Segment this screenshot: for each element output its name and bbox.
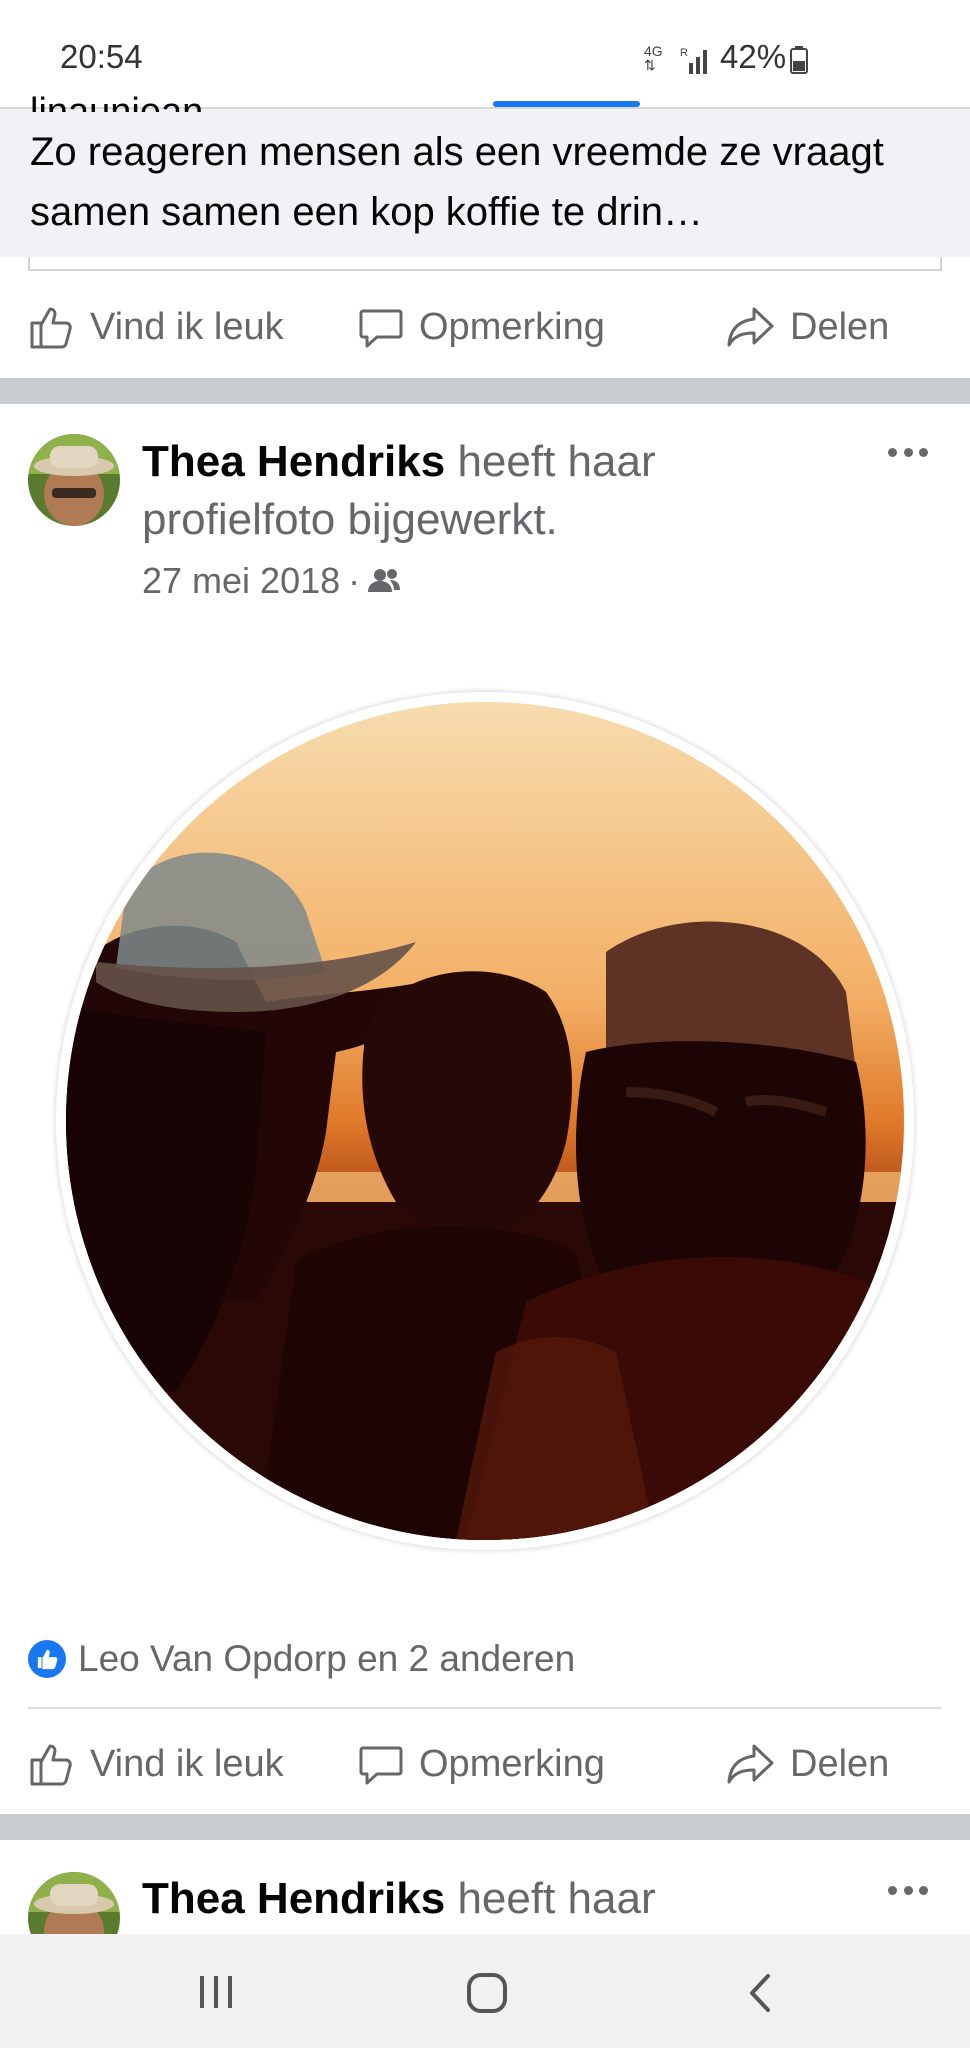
signal-icon: R <box>680 47 707 74</box>
like-button[interactable]: Vind ik leuk <box>28 1716 284 1812</box>
post-actions-top: Vind ik leuk Opmerking Delen <box>0 279 970 375</box>
friends-icon <box>368 569 401 592</box>
thumbs-up-icon <box>30 307 72 349</box>
reaction-divider <box>28 1707 942 1709</box>
like-label: Vind ik leuk <box>90 1742 284 1785</box>
comment-icon <box>359 1746 403 1785</box>
reactions-text: Leo Van Opdorp en 2 anderen <box>78 1638 576 1679</box>
comment-icon <box>359 309 403 348</box>
home-icon[interactable] <box>466 1972 508 2014</box>
battery-icon <box>790 46 808 74</box>
post-header: Thea Hendriks heeft haar <box>142 1870 762 1928</box>
comment-button[interactable]: Opmerking <box>357 1716 605 1812</box>
post-header: Thea Hendriks heeft haar profielfoto bij… <box>142 433 762 549</box>
thumbs-up-icon <box>30 1744 72 1786</box>
share-label: Delen <box>790 305 890 348</box>
post-meta: 27 mei 2018 · <box>142 560 401 602</box>
share-icon <box>727 1744 774 1784</box>
shared-link-previous-line: linauniean... <box>30 92 235 112</box>
reactions-summary[interactable]: Leo Van Opdorp en 2 anderen <box>28 1634 575 1684</box>
profile-photo[interactable] <box>66 702 904 1540</box>
tab-indicator <box>493 101 640 107</box>
like-reaction-icon <box>28 1640 66 1678</box>
meta-separator: · <box>348 560 361 601</box>
share-button[interactable]: Delen <box>726 1716 889 1812</box>
author-name[interactable]: Thea Hendriks <box>142 437 445 486</box>
system-nav-bar <box>0 1934 970 2048</box>
comment-button[interactable]: Opmerking <box>357 279 605 375</box>
comment-label: Opmerking <box>419 1742 605 1785</box>
comment-label: Opmerking <box>419 305 605 348</box>
like-button[interactable]: Vind ik leuk <box>28 279 284 375</box>
post-date[interactable]: 27 mei 2018 <box>142 560 340 602</box>
post-actions: Vind ik leuk Opmerking Delen <box>0 1716 970 1812</box>
more-options-icon[interactable] <box>888 1886 928 1896</box>
share-icon <box>727 307 774 347</box>
share-label: Delen <box>790 1742 890 1785</box>
like-label: Vind ik leuk <box>90 305 284 348</box>
feed-separator <box>0 378 970 404</box>
more-options-icon[interactable] <box>888 448 928 458</box>
author-avatar[interactable] <box>28 434 120 526</box>
network-type: 4G <box>644 43 663 59</box>
post-action-text: heeft haar <box>457 1874 656 1923</box>
share-button[interactable]: Delen <box>726 279 889 375</box>
author-name[interactable]: Thea Hendriks <box>142 1874 445 1923</box>
status-time: 20:54 <box>60 38 143 75</box>
network-indicator: 4G ⇅ <box>644 44 663 72</box>
back-icon[interactable] <box>744 1972 774 2014</box>
svg-text:R: R <box>680 47 688 59</box>
data-arrows-icon: ⇅ <box>644 57 656 73</box>
feed-separator <box>0 1814 970 1840</box>
battery-percent: 42% <box>720 38 787 75</box>
recent-apps-icon[interactable] <box>196 1974 236 2010</box>
shared-link-title[interactable]: Zo reageren mensen als een vreemde ze vr… <box>30 122 940 242</box>
card-border <box>28 257 942 271</box>
